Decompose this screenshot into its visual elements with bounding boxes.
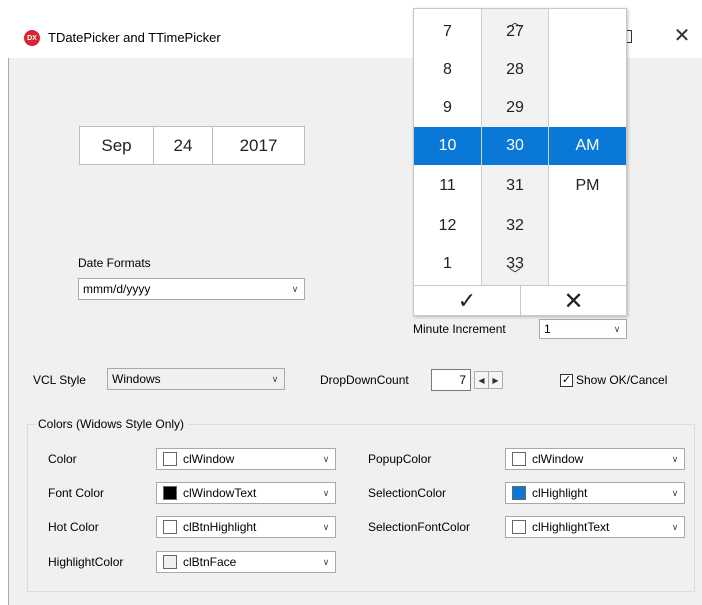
chevron-down-icon: ∨ (613, 323, 621, 334)
colors-group-title: Colors (Widows Style Only) (35, 417, 188, 431)
hot-color-swatch (163, 520, 177, 534)
chevron-up-icon[interactable]: ︿ (481, 13, 549, 29)
vcl-style-label: VCL Style (33, 373, 86, 387)
popup-color-combo[interactable]: clWindow ∨ (505, 448, 685, 470)
date-month-segment[interactable]: Sep (79, 126, 154, 165)
color-combo[interactable]: clWindow ∨ (156, 448, 336, 470)
font-color-swatch (163, 486, 177, 500)
window-title: TDatePicker and TTimePicker (48, 30, 221, 45)
selection-font-color-value: clHighlightText (532, 520, 610, 534)
selection-color-combo[interactable]: clHighlight ∨ (505, 482, 685, 504)
accept-button[interactable]: ✓ (414, 286, 520, 316)
selection-font-color-label: SelectionFontColor (368, 520, 471, 534)
minute-column[interactable]: 27 28 29 30 31 32 33 (481, 9, 549, 285)
selection-font-color-combo[interactable]: clHighlightText ∨ (505, 516, 685, 538)
hour-item-selected[interactable]: 10 (414, 127, 481, 165)
color-value: clWindow (183, 452, 235, 466)
chevron-down-icon: ∨ (322, 453, 330, 464)
minute-increment-value: 1 (544, 322, 551, 336)
spin-right-icon[interactable]: ▶ (488, 371, 503, 389)
popup-color-swatch (512, 452, 526, 466)
chevron-down-icon: ∨ (671, 487, 679, 498)
date-formats-label: Date Formats (78, 256, 151, 270)
color-swatch (163, 452, 177, 466)
font-color-value: clWindowText (183, 486, 257, 500)
font-color-label: Font Color (48, 486, 105, 500)
chevron-down-icon: ∨ (291, 283, 299, 294)
highlight-color-combo[interactable]: clBtnFace ∨ (156, 551, 336, 573)
hour-item[interactable]: 9 (414, 89, 481, 127)
cancel-button[interactable]: ✕ (521, 286, 626, 316)
vcl-style-value: Windows (112, 372, 161, 386)
chevron-down-icon: ∨ (671, 453, 679, 464)
chevron-down-icon: ∨ (322, 487, 330, 498)
ampm-column[interactable]: AM PM (549, 9, 626, 285)
highlight-color-label: HighlightColor (48, 555, 124, 569)
chevron-down-icon: ∨ (322, 521, 330, 532)
popup-color-value: clWindow (532, 452, 584, 466)
minute-item[interactable]: 31 (482, 167, 548, 205)
spin-left-icon[interactable]: ◀ (474, 371, 489, 389)
chevron-down-icon[interactable]: ﹀ (481, 265, 549, 281)
dropdown-count-input[interactable]: 7 (431, 369, 471, 391)
chevron-down-icon: ∨ (671, 521, 679, 532)
hot-color-combo[interactable]: clBtnHighlight ∨ (156, 516, 336, 538)
minute-increment-combo[interactable]: 1 ∨ (539, 319, 627, 339)
chevron-down-icon: ∨ (271, 373, 279, 384)
hot-color-value: clBtnHighlight (183, 520, 257, 534)
minute-item[interactable]: 29 (482, 89, 548, 127)
date-day-segment[interactable]: 24 (153, 126, 213, 165)
minute-item[interactable]: 32 (482, 207, 548, 245)
selection-color-swatch (512, 486, 526, 500)
show-ok-cancel-checkbox[interactable]: ✓ (560, 374, 573, 387)
vcl-style-combo[interactable]: Windows ∨ (107, 368, 285, 390)
popup-color-label: PopupColor (368, 452, 432, 466)
hour-column[interactable]: 7 8 9 10 11 12 1 (414, 9, 481, 285)
date-formats-combo[interactable]: mmm/d/yyyy ∨ (78, 278, 305, 300)
dropdown-count-label: DropDownCount (320, 373, 409, 387)
highlight-color-value: clBtnFace (183, 555, 237, 569)
minute-item-selected[interactable]: 30 (482, 127, 548, 165)
highlight-color-swatch (163, 555, 177, 569)
color-label: Color (48, 452, 77, 466)
date-year-segment[interactable]: 2017 (212, 126, 305, 165)
app-icon: DX (24, 30, 40, 46)
font-color-combo[interactable]: clWindowText ∨ (156, 482, 336, 504)
date-formats-value: mmm/d/yyyy (83, 282, 151, 296)
time-picker-popup: 7 8 9 10 11 12 1 27 28 29 30 31 32 33 ︿ … (413, 8, 627, 316)
minute-item[interactable]: 28 (482, 51, 548, 89)
hour-item[interactable]: 1 (414, 245, 481, 283)
minute-increment-label: Minute Increment (413, 322, 506, 336)
ampm-item[interactable]: PM (549, 167, 626, 205)
hour-item[interactable]: 12 (414, 207, 481, 245)
close-icon[interactable]: ✕ (672, 24, 692, 48)
ampm-item-selected[interactable]: AM (549, 127, 626, 165)
selection-color-value: clHighlight (532, 486, 588, 500)
hour-item[interactable]: 7 (414, 13, 481, 51)
chevron-down-icon: ∨ (322, 556, 330, 567)
selection-color-label: SelectionColor (368, 486, 447, 500)
hour-item[interactable]: 8 (414, 51, 481, 89)
hot-color-label: Hot Color (48, 520, 99, 534)
selection-font-color-swatch (512, 520, 526, 534)
show-ok-cancel-label: Show OK/Cancel (576, 373, 668, 387)
hour-item[interactable]: 11 (414, 167, 481, 205)
